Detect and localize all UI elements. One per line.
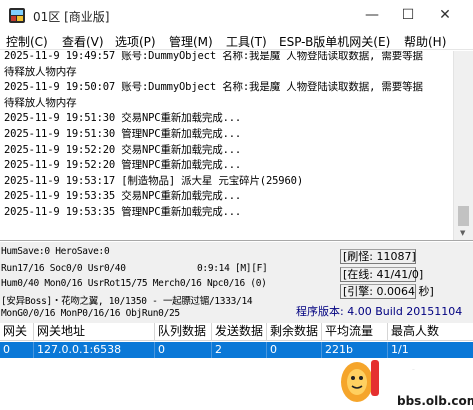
log-line: 2025-11-9 19:51:30 管理NPC重新加载完成... <box>4 127 242 140</box>
table-cell: 0 <box>0 342 34 358</box>
save-status: HumSave:0 HeroSave:0 <box>1 246 110 257</box>
log-line: 2025-11-9 19:52:20 管理NPC重新加载完成... <box>4 159 242 172</box>
close-button[interactable]: ✕ <box>425 0 465 31</box>
human-status: Hum0/40 Mon0/16 UsrRot15/75 Merch0/16 Np… <box>1 278 267 289</box>
scroll-thumb[interactable] <box>458 206 469 226</box>
column-header[interactable]: 网关地址 <box>34 323 155 341</box>
log-line: 2025-11-9 19:51:30 交易NPC重新加载完成... <box>4 112 242 125</box>
log-line: 2025-11-9 19:52:20 交易NPC重新加载完成... <box>4 143 242 156</box>
column-header[interactable]: 队列数据 <box>155 323 212 341</box>
menu-view[interactable]: 查看(V) <box>62 33 104 50</box>
refresh-counter: [刷怪: 11087] <box>340 249 416 264</box>
online-counter: [在线: 41/41/0] <box>340 267 423 282</box>
table-cell: 0 <box>155 342 212 358</box>
column-header[interactable]: 平均流量 <box>322 323 388 341</box>
program-version: 程序版本: 4.00 Build 20151104 <box>296 305 463 318</box>
engine-timer: [引擎: 0.0064 秒] <box>340 284 434 299</box>
menu-gateway[interactable]: ESP-B版单机网关(E) <box>279 33 390 50</box>
maximize-button[interactable]: ☐ <box>388 0 428 31</box>
column-header[interactable]: 发送数据 <box>212 323 267 341</box>
menu-manage[interactable]: 管理(M) <box>169 33 213 50</box>
log-line: 2025-11-9 19:50:07 账号:DummyObject 名称:我是魔… <box>4 81 423 94</box>
table-cell: 127.0.0.1:6538 <box>34 342 155 358</box>
run-status: Run17/16 Soc0/0 Usr0/40 <box>1 263 126 274</box>
uptime: 0:9:14 [M][F] <box>197 263 268 274</box>
scroll-down-arrow-icon[interactable]: ▼ <box>460 229 465 237</box>
log-line: 待释放人物内存 <box>4 65 77 78</box>
column-header[interactable]: 网关 <box>0 323 34 341</box>
log-line: 待释放人物内存 <box>4 96 77 109</box>
menu-bar: 控制(C) 查看(V) 选项(P) 管理(M) 工具(T) ESP-B版单机网关… <box>0 31 473 50</box>
minimize-button[interactable]: — <box>352 0 392 31</box>
table-header: 网关 网关地址 队列数据 发送数据 剩余数据 平均流量 最高人数 <box>0 323 473 341</box>
log-vertical-scrollbar[interactable]: ▼ <box>453 51 473 240</box>
menu-help[interactable]: 帮助(H) <box>404 33 446 50</box>
menu-tools[interactable]: 工具(T) <box>226 33 267 50</box>
watermark-logo: 吾爱论坛 bbs.olb.com <box>341 360 473 408</box>
log-panel[interactable]: 2025-11-9 19:49:57 账号:DummyObject 名称:我是魔… <box>0 51 473 241</box>
log-line: 2025-11-9 19:53:17 [制造物品] 派大星 元宝碎片(25960… <box>4 174 303 187</box>
close-icon: ✕ <box>439 7 451 23</box>
boss-status: [安异Boss]・花吻之翼, 10/1350 - 一起膘过镅/1333/14 <box>1 296 253 307</box>
log-line: 2025-11-9 19:53:35 交易NPC重新加载完成... <box>4 190 242 203</box>
column-header[interactable]: 最高人数 <box>388 323 473 341</box>
maximize-icon: ☐ <box>401 7 415 23</box>
table-cell: 2 <box>212 342 267 358</box>
menu-options[interactable]: 选项(P) <box>115 33 156 50</box>
minimize-icon: — <box>365 7 379 23</box>
watermark-sub-text: bbs.olb.com <box>397 394 473 408</box>
log-lines: 2025-11-9 19:49:57 账号:DummyObject 名称:我是魔… <box>4 51 454 221</box>
table-cell: 0 <box>267 342 322 358</box>
app-icon <box>9 8 25 23</box>
log-line: 2025-11-9 19:49:57 账号:DummyObject 名称:我是魔… <box>4 51 423 62</box>
title-bar: 01区 [商业版] — ☐ ✕ <box>0 0 473 31</box>
monster-status: MonG0/0/16 MonP0/16/16 ObjRun0/25 <box>1 308 180 319</box>
watermark-main-text: 吾爱论坛 <box>383 364 473 392</box>
status-panel: HumSave:0 HeroSave:0 Run17/16 Soc0/0 Usr… <box>0 242 473 323</box>
menu-control[interactable]: 控制(C) <box>6 33 48 50</box>
column-header[interactable]: 剩余数据 <box>267 323 322 341</box>
window-title: 01区 [商业版] <box>33 10 110 24</box>
log-line: 2025-11-9 19:53:35 管理NPC重新加载完成... <box>4 205 242 218</box>
